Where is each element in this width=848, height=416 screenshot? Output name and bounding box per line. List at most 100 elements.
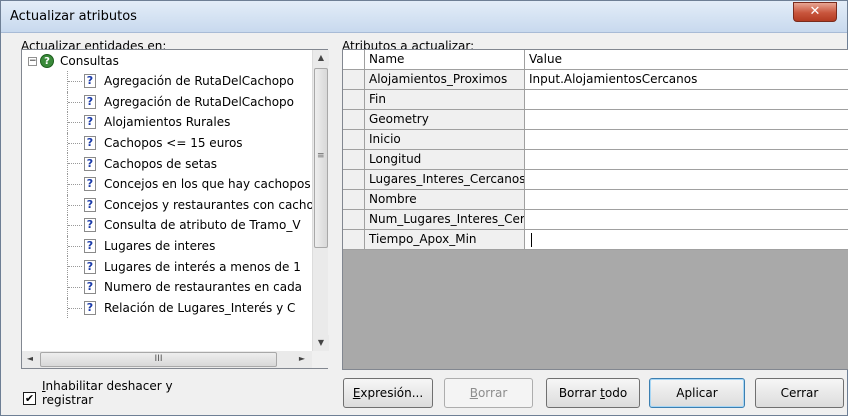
attribute-name-cell: Inicio bbox=[365, 130, 525, 150]
tree-guide-line bbox=[68, 142, 82, 144]
scroll-left-icon[interactable]: ◄ bbox=[22, 351, 38, 367]
entities-tree[interactable]: − ? Consultas ? Agregación de RutaDelCach… bbox=[21, 49, 329, 369]
query-icon: ? bbox=[84, 136, 96, 151]
tree-horizontal-scrollbar[interactable]: ◄ III ► bbox=[22, 351, 312, 368]
tree-item[interactable]: ? Lugares de interes bbox=[22, 235, 312, 257]
tree-item-label: Cachopos <= 15 euros bbox=[104, 136, 243, 151]
tree-item[interactable]: ? Agregación de RutaDelCachopo bbox=[22, 71, 312, 92]
tree-guide-line bbox=[68, 286, 82, 288]
tree-item-label: Relación de Lugares_Interés y C bbox=[104, 300, 296, 315]
row-header-cell[interactable] bbox=[343, 150, 365, 170]
query-icon: ? bbox=[84, 177, 96, 192]
close-icon: ✕ bbox=[809, 4, 821, 19]
scroll-up-icon[interactable]: ▲ bbox=[313, 50, 329, 66]
tree-guide-line bbox=[68, 122, 82, 124]
grid-row[interactable]: Nombre bbox=[343, 190, 848, 210]
tree-item-label: Alojamientos Rurales bbox=[104, 115, 231, 130]
column-header-name[interactable]: Name bbox=[365, 50, 525, 70]
tree-item[interactable]: ? Agregación de RutaDelCachopo bbox=[22, 91, 312, 113]
attribute-value-cell[interactable] bbox=[525, 170, 848, 190]
tree-root-consultas[interactable]: − ? Consultas bbox=[28, 52, 119, 70]
tree-item-label: Agregación de RutaDelCachopo bbox=[104, 94, 295, 109]
tree-item[interactable]: ? Alojamientos Rurales bbox=[22, 112, 312, 133]
grid-corner-cell bbox=[343, 50, 365, 70]
row-header-cell[interactable] bbox=[343, 110, 365, 130]
query-icon: ? bbox=[84, 115, 96, 130]
tree-vertical-scrollbar[interactable]: ▲ ≡ ▼ bbox=[312, 50, 329, 351]
tree-item-label: Numero de restaurantes en cada bbox=[104, 280, 303, 295]
tree-item[interactable]: ? Cachopos <= 15 euros bbox=[22, 132, 312, 154]
row-header-cell[interactable] bbox=[343, 70, 365, 90]
attribute-name-cell: Alojamientos_Proximos bbox=[365, 70, 525, 90]
grid-row[interactable]: Longitud bbox=[343, 150, 848, 170]
apply-button[interactable]: Aplicar bbox=[649, 378, 745, 408]
title-bar: Actualizar atributos ✕ bbox=[1, 1, 847, 33]
disable-undo-label[interactable]: Inhabilitar deshacer y registrar bbox=[42, 379, 173, 407]
tree-guide-line bbox=[68, 81, 82, 82]
tree-item-label: Concejos en los que hay cachopos bbox=[104, 177, 311, 192]
clear-all-button[interactable]: Borrar todo bbox=[546, 378, 640, 408]
close-button[interactable]: ✕ bbox=[793, 2, 837, 22]
query-icon: ? bbox=[84, 74, 96, 89]
tree-item[interactable]: ? Concejos en los que hay cachopos bbox=[22, 173, 312, 195]
tree-item[interactable]: ? Cachopos de setas bbox=[22, 153, 312, 174]
tree-items: ? Agregación de RutaDelCachopo? Agregación… bbox=[22, 71, 312, 319]
row-header-cell[interactable] bbox=[343, 130, 365, 150]
query-icon: ? bbox=[84, 94, 96, 109]
grid-row[interactable]: Num_Lugares_Interes_Cercanos bbox=[343, 210, 848, 230]
tree-item-label: Lugares de interés a menos de 1 bbox=[104, 259, 301, 274]
clear-button[interactable]: Borrar bbox=[444, 378, 533, 408]
check-mark-icon: ✔ bbox=[24, 392, 35, 405]
attribute-value-cell[interactable] bbox=[525, 190, 848, 210]
attribute-value-cell[interactable] bbox=[525, 110, 848, 130]
horizontal-scroll-thumb[interactable]: III bbox=[40, 352, 277, 367]
tree-guide-line bbox=[68, 245, 82, 247]
tree-item-label: Agregación de RutaDelCachopo bbox=[104, 74, 295, 89]
row-header-cell[interactable] bbox=[343, 210, 365, 230]
attribute-value-cell[interactable] bbox=[525, 230, 848, 250]
tree-guide-line bbox=[68, 163, 82, 165]
query-icon: ? bbox=[84, 239, 96, 254]
scroll-right-icon[interactable]: ► bbox=[294, 351, 310, 367]
attribute-name-cell: Longitud bbox=[365, 150, 525, 170]
row-header-cell[interactable] bbox=[343, 190, 365, 210]
expression-button[interactable]: Expresión... bbox=[343, 378, 433, 408]
scroll-down-icon[interactable]: ▼ bbox=[313, 335, 329, 351]
tree-item[interactable]: ? Concejos y restaurantes con cachopos bbox=[22, 194, 312, 216]
tree-item[interactable]: ? Relación de Lugares_Interés y C bbox=[22, 297, 312, 319]
collapse-icon[interactable]: − bbox=[28, 56, 37, 66]
query-icon: ? bbox=[84, 280, 96, 295]
query-icon: ? bbox=[84, 259, 96, 274]
query-icon: ? bbox=[84, 218, 96, 233]
grid-row[interactable]: Fin bbox=[343, 90, 848, 110]
attribute-value-cell[interactable] bbox=[525, 210, 848, 230]
attributes-grid[interactable]: Name Value Alojamientos_Proximos Input.Al… bbox=[342, 49, 848, 370]
tree-guide-line bbox=[68, 225, 82, 227]
column-header-value[interactable]: Value bbox=[525, 50, 848, 70]
scrollbar-corner bbox=[312, 351, 328, 368]
attribute-name-cell: Nombre bbox=[365, 190, 525, 210]
query-icon: ? bbox=[84, 156, 96, 171]
grid-row[interactable]: Alojamientos_Proximos Input.AlojamientosC… bbox=[343, 70, 848, 90]
grid-row[interactable]: Geometry bbox=[343, 110, 848, 130]
tree-item-label: Consulta de atributo de Tramo_V bbox=[104, 218, 301, 233]
attribute-value-cell[interactable] bbox=[525, 150, 848, 170]
disable-undo-checkbox[interactable]: ✔ bbox=[23, 392, 36, 405]
tree-guide-line bbox=[68, 204, 82, 206]
grid-row[interactable]: Tiempo_Apox_Min bbox=[343, 230, 848, 250]
tree-item[interactable]: ? Numero de restaurantes en cada bbox=[22, 276, 312, 298]
grid-header-row: Name Value bbox=[343, 50, 848, 70]
row-header-cell[interactable] bbox=[343, 230, 365, 250]
row-header-cell[interactable] bbox=[343, 90, 365, 110]
attribute-value-cell[interactable]: Input.AlojamientosCercanos bbox=[525, 70, 848, 90]
grid-row[interactable]: Inicio bbox=[343, 130, 848, 150]
tree-item[interactable]: ? Lugares de interés a menos de 1 bbox=[22, 256, 312, 277]
tree-item[interactable]: ? Consulta de atributo de Tramo_V bbox=[22, 215, 312, 236]
close-dialog-button[interactable]: Cerrar bbox=[755, 378, 844, 408]
row-header-cell[interactable] bbox=[343, 170, 365, 190]
attribute-value-cell[interactable] bbox=[525, 90, 848, 110]
tree-root-label: Consultas bbox=[60, 54, 119, 68]
grid-row[interactable]: Lugares_Interes_Cercanos bbox=[343, 170, 848, 190]
attribute-value-cell[interactable] bbox=[525, 130, 848, 150]
vertical-scroll-thumb[interactable]: ≡ bbox=[314, 68, 328, 248]
